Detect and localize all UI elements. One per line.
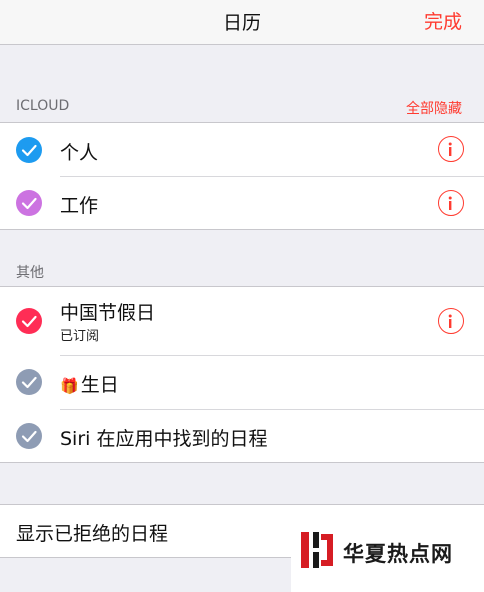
- checkmark-icon[interactable]: [16, 137, 42, 163]
- other-header-label: 其他: [16, 265, 44, 281]
- calendar-row-personal[interactable]: 个人: [0, 123, 484, 176]
- watermark-logo-icon: [301, 530, 337, 574]
- calendar-label: 工作: [60, 195, 99, 217]
- calendar-label: Siri 在应用中找到的日程: [60, 428, 268, 450]
- page-title: 日历: [222, 12, 261, 34]
- gift-icon: 🎁: [60, 377, 79, 395]
- calendar-label: 个人: [60, 142, 99, 164]
- other-section-header: 其他: [16, 262, 468, 282]
- checkmark-icon[interactable]: [16, 423, 42, 449]
- watermark-text: 华夏热点网: [343, 542, 453, 566]
- navigation-bar: 日历 完成: [0, 0, 484, 45]
- calendar-row-siri[interactable]: Siri 在应用中找到的日程: [0, 410, 484, 462]
- checkmark-icon[interactable]: [16, 369, 42, 395]
- calendar-row-holidays[interactable]: 中国节假日 已订阅: [0, 287, 484, 355]
- info-icon[interactable]: [438, 136, 464, 162]
- info-icon[interactable]: [438, 190, 464, 216]
- birthday-label: 生日: [80, 374, 119, 396]
- checkmark-icon[interactable]: [16, 308, 42, 334]
- subscription-status: 已订阅: [60, 329, 100, 344]
- other-calendar-list: 中国节假日 已订阅 🎁 生日 Siri 在应用中找到的日程: [0, 286, 484, 463]
- icloud-header-label: ICLOUD: [16, 98, 70, 114]
- calendar-row-work[interactable]: 工作: [0, 177, 484, 229]
- calendar-row-birthdays[interactable]: 🎁 生日: [0, 356, 484, 409]
- icloud-section-header: ICLOUD 全部隐藏: [16, 98, 468, 117]
- done-button[interactable]: 完成: [424, 7, 462, 34]
- checkmark-icon[interactable]: [16, 190, 42, 216]
- calendar-label: 中国节假日: [60, 302, 156, 324]
- watermark: 华夏热点网: [291, 506, 484, 592]
- show-declined-label: 显示已拒绝的日程: [16, 523, 169, 545]
- info-icon[interactable]: [438, 308, 464, 334]
- hide-all-button[interactable]: 全部隐藏: [406, 98, 462, 118]
- icloud-calendar-list: 个人 工作: [0, 122, 484, 230]
- calendar-label: 🎁 生日: [60, 370, 119, 397]
